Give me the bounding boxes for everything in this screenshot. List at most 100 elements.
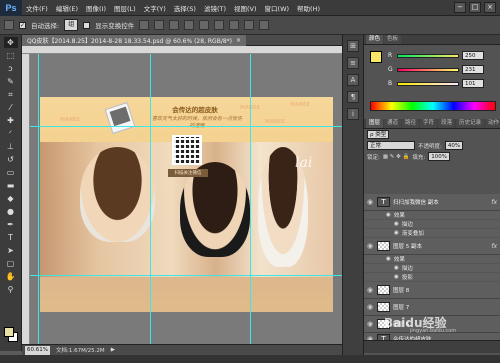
zoom-tool-icon[interactable]: ⚲: [4, 284, 18, 295]
quick-select-tool-icon[interactable]: ✎: [4, 76, 18, 87]
effect-item[interactable]: ◉ 投影: [364, 273, 500, 282]
visibility-eye-icon[interactable]: ◉: [366, 320, 374, 328]
menu-help[interactable]: 帮助(H): [293, 3, 324, 13]
tab-actions[interactable]: 动作: [485, 119, 500, 128]
effect-item[interactable]: ◉ 渐变叠加: [364, 229, 500, 238]
tab-color[interactable]: 颜色: [366, 35, 384, 44]
align-right-icon[interactable]: [214, 20, 225, 30]
fill-input[interactable]: 100%: [428, 152, 450, 161]
layer-row[interactable]: ◉ 图层 5 副本 fx: [364, 238, 500, 255]
menu-type[interactable]: 文字(Y): [140, 3, 170, 13]
healing-tool-icon[interactable]: ✚: [4, 115, 18, 126]
effects-header[interactable]: ◉ 效果: [364, 255, 500, 264]
eye-icon[interactable]: ◉: [386, 212, 391, 218]
info-panel-icon[interactable]: i: [347, 108, 359, 120]
blend-mode-dropdown[interactable]: 正常: [367, 141, 415, 150]
lock-icons[interactable]: ▦ ✎ ✥ 🔒: [383, 154, 410, 160]
character-panel-icon[interactable]: A: [347, 74, 359, 86]
document-image[interactable]: 会传达的超皮肤 喜欢天气太好的时候，依然会有一点忧伤的温暖 扫描关注微信 lai…: [40, 97, 333, 312]
crop-tool-icon[interactable]: ⌗: [4, 89, 18, 100]
dodge-tool-icon[interactable]: ●: [4, 206, 18, 217]
align-top-icon[interactable]: [139, 20, 150, 30]
guide-vertical[interactable]: [38, 54, 39, 344]
eye-icon[interactable]: ◉: [394, 265, 399, 271]
3d-mode-icon[interactable]: [259, 20, 270, 30]
blur-tool-icon[interactable]: ◆: [4, 193, 18, 204]
red-value[interactable]: 250: [462, 51, 484, 60]
history-brush-icon[interactable]: ↺: [4, 154, 18, 165]
eyedropper-tool-icon[interactable]: ⁄: [4, 102, 18, 113]
foreground-swatch[interactable]: [370, 51, 382, 63]
guide-horizontal[interactable]: [30, 126, 342, 127]
tab-paths[interactable]: 路径: [402, 119, 420, 128]
fx-icon[interactable]: fx: [491, 243, 497, 250]
menu-file[interactable]: 文件(F): [22, 3, 52, 13]
auto-select-checkbox[interactable]: [19, 21, 26, 29]
menu-view[interactable]: 视图(V): [230, 3, 261, 13]
guide-vertical[interactable]: [150, 54, 151, 344]
brush-tool-icon[interactable]: ᐟ: [4, 128, 18, 139]
visibility-eye-icon[interactable]: ◉: [366, 303, 374, 311]
align-middle-icon[interactable]: [154, 20, 165, 30]
tab-channels[interactable]: 通道: [384, 119, 402, 128]
path-select-tool-icon[interactable]: ➤: [4, 245, 18, 256]
effects-header[interactable]: ◉ 效果: [364, 211, 500, 220]
stamp-tool-icon[interactable]: ⊥: [4, 141, 18, 152]
close-button[interactable]: ×: [484, 2, 496, 13]
visibility-eye-icon[interactable]: ◉: [366, 242, 374, 250]
move-tool-icon[interactable]: [4, 20, 14, 30]
shape-tool-icon[interactable]: ▢: [4, 258, 18, 269]
visibility-eye-icon[interactable]: ◉: [366, 286, 374, 294]
eraser-tool-icon[interactable]: ▭: [4, 167, 18, 178]
move-tool-icon[interactable]: ✥: [3, 37, 18, 48]
guide-horizontal[interactable]: [30, 275, 342, 276]
properties-panel-icon[interactable]: ≡: [347, 57, 359, 69]
menu-window[interactable]: 窗口(W): [261, 3, 294, 13]
menu-image[interactable]: 图像(I): [82, 3, 110, 13]
paragraph-panel-icon[interactable]: ¶: [347, 91, 359, 103]
marquee-tool-icon[interactable]: ⬚: [4, 50, 18, 61]
opacity-input[interactable]: 40%: [444, 141, 464, 150]
distribute-icon[interactable]: [229, 20, 240, 30]
auto-select-dropdown[interactable]: 组: [64, 19, 79, 31]
show-transform-checkbox[interactable]: [83, 21, 91, 29]
menu-edit[interactable]: 编辑(E): [52, 3, 82, 13]
eye-icon[interactable]: ◉: [394, 221, 399, 227]
blue-value[interactable]: 101: [462, 79, 484, 88]
menu-select[interactable]: 选择(S): [170, 3, 200, 13]
menu-filter[interactable]: 滤镜(T): [200, 3, 230, 13]
align-center-icon[interactable]: [199, 20, 210, 30]
zoom-level[interactable]: 60.61%: [25, 345, 50, 355]
guide-vertical[interactable]: [250, 54, 251, 344]
close-tab-icon[interactable]: ×: [236, 37, 241, 44]
visibility-eye-icon[interactable]: ◉: [366, 198, 374, 206]
eye-icon[interactable]: ◉: [394, 230, 399, 236]
foreground-color-swatch[interactable]: [4, 327, 14, 337]
menu-layer[interactable]: 图层(L): [110, 3, 140, 13]
minimize-button[interactable]: −: [454, 2, 466, 13]
tab-history[interactable]: 历史记录: [456, 119, 485, 128]
layer-row[interactable]: ◉ 图层 8: [364, 282, 500, 299]
canvas-area[interactable]: 会传达的超皮肤 喜欢天气太好的时候，依然会有一点忧伤的温暖 扫描关注微信 lai…: [30, 54, 342, 344]
color-spectrum[interactable]: [370, 101, 496, 111]
eye-icon[interactable]: ◉: [394, 274, 399, 280]
layer-filter-dropdown[interactable]: ρ 类型: [367, 130, 390, 139]
blue-slider[interactable]: [397, 81, 459, 86]
layer-row[interactable]: ◉ T 扫扫加我微信 副本 fx: [364, 194, 500, 211]
tab-swatches[interactable]: 色板: [384, 35, 402, 44]
green-slider[interactable]: [397, 67, 459, 72]
gradient-tool-icon[interactable]: ▬: [4, 180, 18, 191]
distribute-h-icon[interactable]: [244, 20, 255, 30]
fx-icon[interactable]: fx: [491, 199, 497, 206]
tab-paragraph[interactable]: 段落: [438, 119, 456, 128]
lasso-tool-icon[interactable]: ↄ: [4, 63, 18, 74]
history-panel-icon[interactable]: ⊞: [347, 40, 359, 52]
align-bottom-icon[interactable]: [169, 20, 180, 30]
pen-tool-icon[interactable]: ✒: [4, 219, 18, 230]
document-tab[interactable]: QQ皮肤【2014.8.25】2014-8-28 18.33.54.psd @ …: [22, 34, 247, 46]
hand-tool-icon[interactable]: ✋: [4, 271, 18, 282]
red-slider[interactable]: [397, 53, 459, 58]
align-left-icon[interactable]: [184, 20, 195, 30]
green-value[interactable]: 231: [462, 65, 484, 74]
tab-character[interactable]: 字符: [420, 119, 438, 128]
